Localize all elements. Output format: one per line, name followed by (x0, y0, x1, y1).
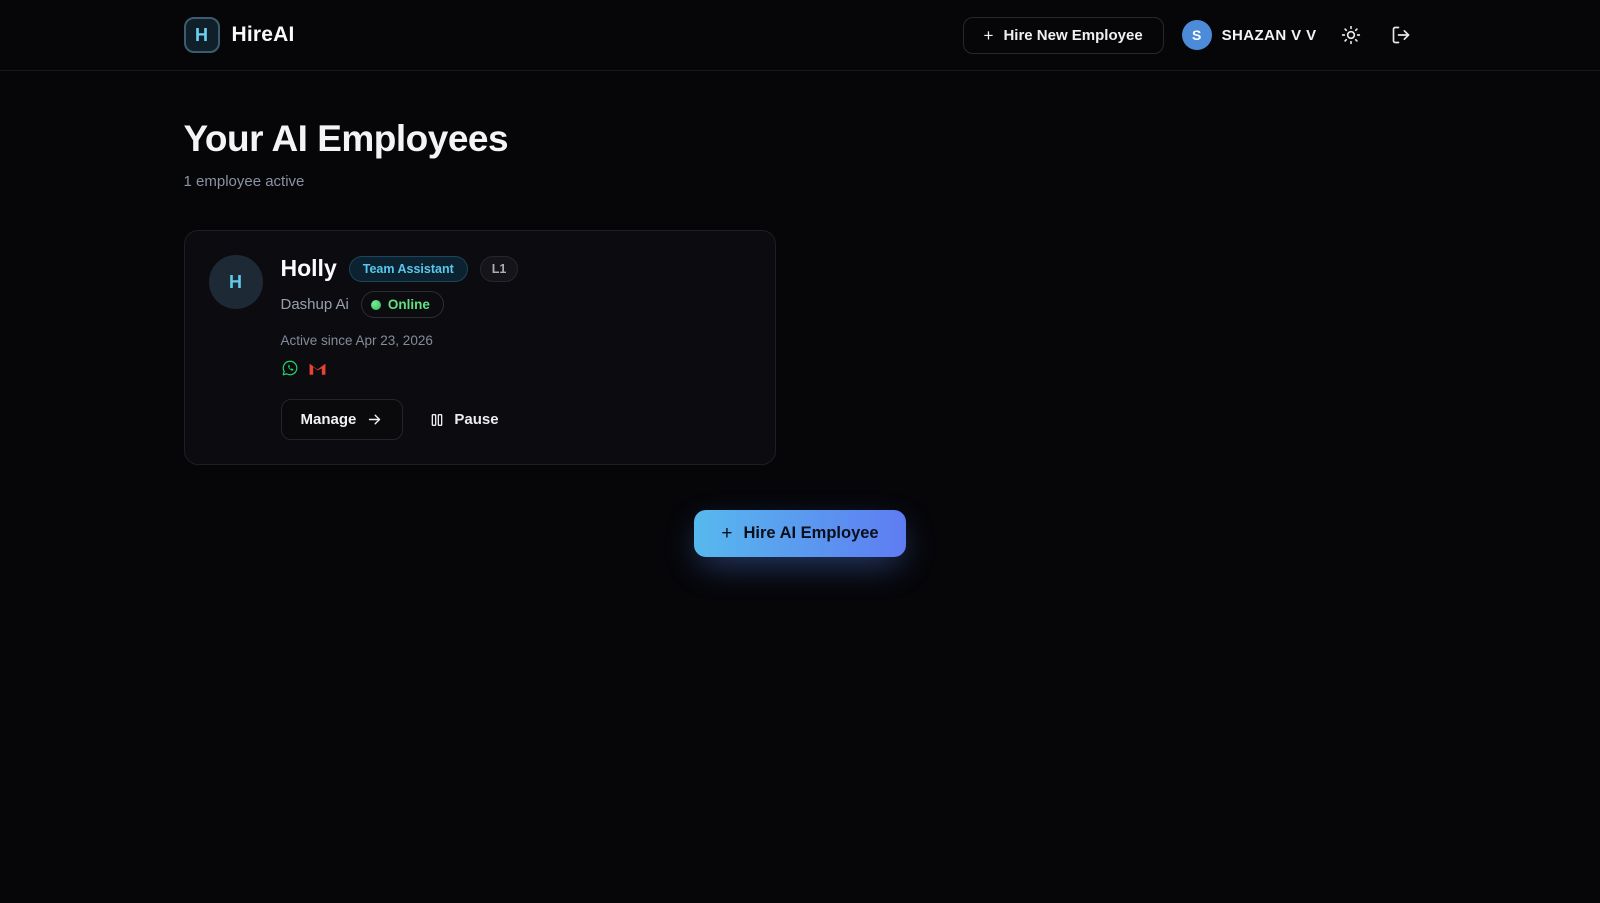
theme-toggle-button[interactable] (1335, 19, 1367, 51)
gmail-icon (308, 360, 327, 376)
status-badge: Online (361, 291, 444, 318)
employee-card: H Holly Team Assistant L1 Dashup Ai Onli… (184, 230, 776, 465)
employee-name: Holly (281, 255, 337, 282)
brand-logo[interactable]: H HireAI (184, 17, 295, 53)
online-dot-icon (371, 300, 381, 310)
hire-new-employee-button[interactable]: + Hire New Employee (963, 17, 1164, 54)
header: H HireAI + Hire New Employee S SHAZAN V … (0, 0, 1600, 71)
employee-initial: H (229, 272, 242, 293)
whatsapp-icon (281, 359, 299, 377)
pause-label: Pause (454, 411, 498, 428)
logout-button[interactable] (1385, 19, 1417, 51)
logout-icon (1391, 25, 1411, 45)
page-title: Your AI Employees (184, 118, 1417, 160)
employee-avatar: H (209, 255, 263, 309)
pause-button[interactable]: Pause (429, 411, 498, 428)
user-avatar: S (1182, 20, 1212, 50)
user-initial: S (1192, 27, 1201, 43)
level-badge: L1 (480, 256, 519, 282)
page-subtitle: 1 employee active (184, 173, 1417, 190)
logo-letter: H (195, 25, 208, 46)
hire-ai-employee-label: Hire AI Employee (744, 524, 879, 543)
manage-label: Manage (301, 411, 357, 428)
manage-button[interactable]: Manage (281, 399, 404, 440)
company-name: Dashup Ai (281, 296, 349, 313)
status-text: Online (388, 297, 430, 312)
hire-ai-employee-button[interactable]: + Hire AI Employee (694, 510, 905, 557)
logo-icon: H (184, 17, 220, 53)
main-content: Your AI Employees 1 employee active H Ho… (184, 71, 1417, 557)
role-badge: Team Assistant (349, 256, 468, 282)
active-since-text: Active since Apr 23, 2026 (281, 333, 751, 348)
user-menu[interactable]: S SHAZAN V V (1182, 20, 1317, 50)
sun-icon (1341, 25, 1361, 45)
hire-new-employee-label: Hire New Employee (1003, 27, 1142, 44)
plus-icon: + (721, 524, 732, 543)
pause-icon (429, 412, 445, 428)
plus-icon: + (984, 27, 994, 44)
user-name: SHAZAN V V (1222, 27, 1317, 44)
arrow-right-icon (366, 411, 383, 428)
brand-name: HireAI (232, 23, 295, 47)
channels-row (281, 359, 751, 377)
